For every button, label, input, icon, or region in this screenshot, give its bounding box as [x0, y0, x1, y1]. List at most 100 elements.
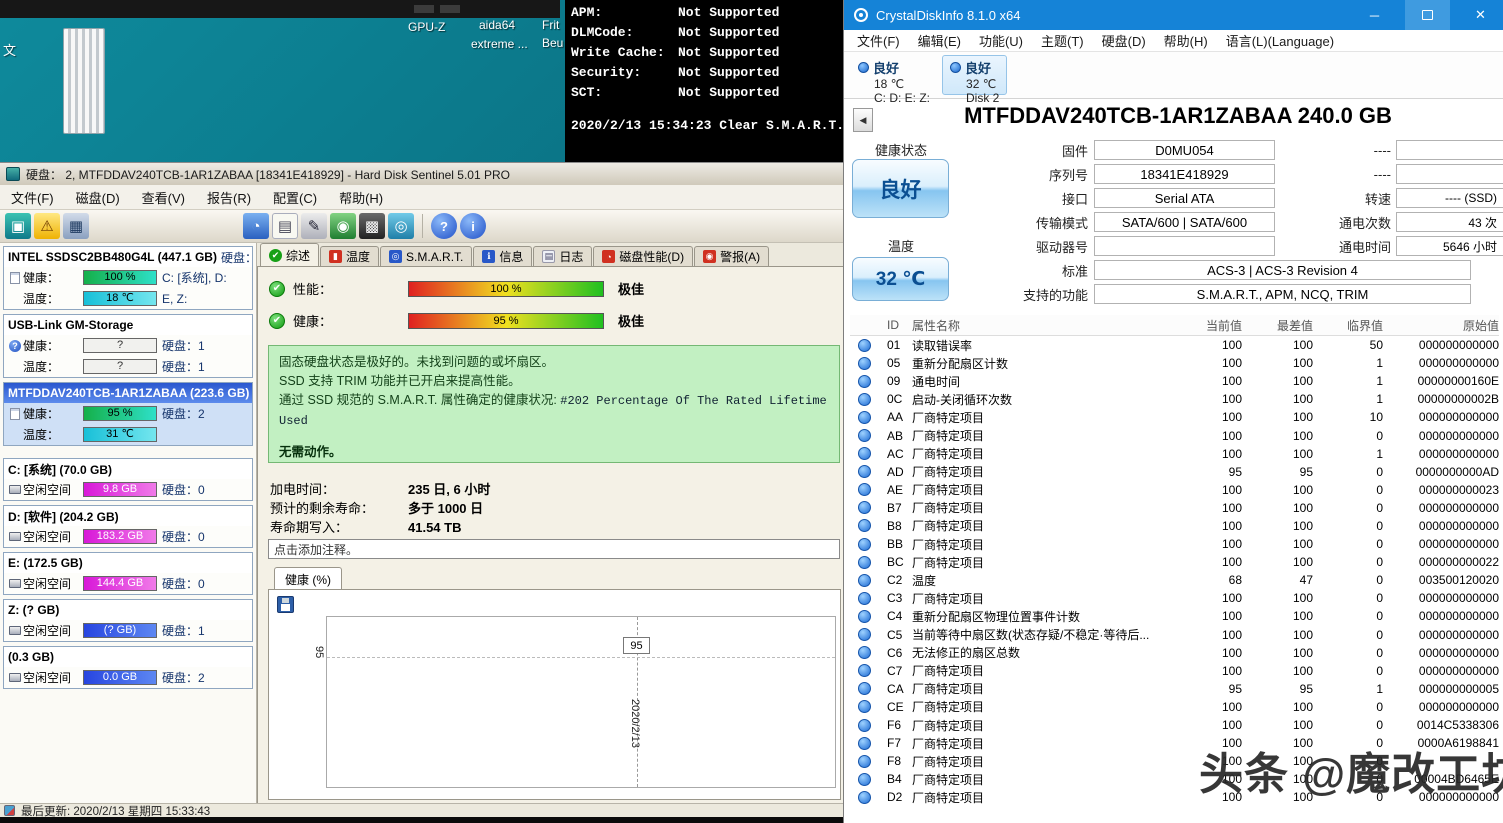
attribute-threshold: 0 — [1313, 483, 1383, 497]
partition-item-e[interactable]: E: (172.5 GB) 空闲空间 144.4 GB 硬盘：0 — [3, 552, 253, 595]
chart-y-axis-label: 95 — [313, 646, 325, 658]
attribute-raw-value: 000000000000 — [1383, 609, 1499, 623]
menu-item[interactable]: 帮助(H) — [1155, 31, 1217, 50]
tab[interactable]: ℹ 信息 — [473, 246, 532, 266]
comment-input[interactable] — [268, 539, 840, 559]
attribute-current: 100 — [1178, 338, 1242, 352]
report-icon[interactable]: ▤ — [272, 213, 298, 239]
close-button[interactable]: ✕ — [1458, 0, 1503, 30]
save-chart-icon[interactable] — [277, 596, 294, 613]
desktop-icon-beu[interactable]: Beu — [542, 36, 563, 50]
smart-row: BB 厂商特定项目 100 100 0 000000000000 — [850, 535, 1499, 553]
smart-row: CE 厂商特定项目 100 100 0 000000000000 — [850, 698, 1499, 716]
menu-item[interactable]: 配置(C) — [262, 185, 328, 210]
disk-item-usb-link[interactable]: USB-Link GM-Storage ? 健康： ? 硬盘：1 温度： ? 硬… — [3, 314, 253, 378]
disk-name: USB-Link GM-Storage — [8, 318, 133, 332]
attribute-id: AA — [878, 410, 912, 424]
free-space-bar: 0.0 GB — [83, 670, 157, 685]
attribute-name: 厂商特定项目 — [912, 517, 1178, 534]
disk-problem-icon[interactable]: ⚠ — [34, 213, 60, 239]
info-field: 通电时间 5646 小时 — [1284, 234, 1503, 258]
disk-write-icon[interactable]: ✎ — [301, 213, 327, 239]
help-icon[interactable]: ? — [431, 213, 457, 239]
info-icon[interactable]: i — [460, 213, 486, 239]
menu-item[interactable]: 帮助(H) — [328, 185, 394, 210]
stat-value: 235 日, 6 小时 — [408, 480, 490, 499]
screen-icon[interactable]: ▦ — [63, 213, 89, 239]
partition-item-d[interactable]: D: [软件] (204.2 GB) 空闲空间 183.2 GB 硬盘：0 — [3, 505, 253, 548]
menu-item[interactable]: 硬盘(D) — [1093, 31, 1155, 50]
partition-item-unnamed[interactable]: (0.3 GB) 空闲空间 0.0 GB 硬盘：2 — [3, 646, 253, 689]
desktop-icon-frit[interactable]: Frit — [542, 18, 559, 32]
disk-icon — [7, 408, 23, 420]
disk-item-micron-ssd-selected[interactable]: MTFDDAV240TCB-1AR1ZABAA (223.6 GB) 健康： 9… — [3, 382, 253, 446]
disk-item-intel-ssd[interactable]: INTEL SSDSC2BB480G4L (447.1 GB)硬盘：0 健康： … — [3, 246, 253, 310]
field-label: 传输模式 — [954, 213, 1094, 232]
menu-item[interactable]: 查看(V) — [131, 185, 196, 210]
network-disk-icon[interactable]: ◉ — [330, 213, 356, 239]
menu-item[interactable]: 功能(U) — [970, 31, 1032, 50]
attribute-name: 厂商特定项目 — [912, 717, 1178, 734]
disk-tab-2-selected[interactable]: 良好 32 ℃ Disk 2 — [942, 55, 1007, 95]
toolbar-separator — [422, 214, 423, 238]
attribute-id: F8 — [878, 754, 912, 768]
partition-item-c[interactable]: C: [系统] (70.0 GB) 空闲空间 9.8 GB 硬盘：0 — [3, 458, 253, 501]
tab[interactable]: ◎ S.M.A.R.T. — [380, 246, 472, 266]
disk-status-dot-icon — [858, 62, 869, 73]
tab-label: S.M.A.R.T. — [406, 250, 463, 264]
menu-item[interactable]: 语言(L)(Language) — [1217, 31, 1343, 50]
menu-item[interactable]: 报告(R) — [196, 185, 262, 210]
temperature-button[interactable]: 32 ℃ — [852, 257, 949, 301]
refresh-icon[interactable]: ◔ — [243, 213, 269, 239]
tab-icon: ◎ — [389, 250, 402, 263]
free-space-bar: 183.2 GB — [83, 529, 157, 544]
cdi-title-bar[interactable]: CrystalDiskInfo 8.1.0 x64 ─ ✕ — [844, 0, 1503, 30]
disk-tab-1[interactable]: 良好 18 ℃ C: D: E: Z: — [850, 55, 938, 95]
disk-status-dot-icon — [950, 62, 961, 73]
desktop-icon-aida64[interactable]: aida64 — [479, 18, 515, 32]
attribute-status-dot-icon — [858, 610, 871, 623]
menu-item[interactable]: 文件(F) — [0, 185, 65, 210]
header-raw-value: 原始值 — [1383, 317, 1499, 334]
tab[interactable]: ▮ 温度 — [320, 246, 379, 266]
smart-row: C5 当前等待中扇区数(状态存疑/不稳定·等待后... 100 100 0 00… — [850, 626, 1499, 644]
health-status-button[interactable]: 良好 — [852, 159, 949, 218]
sentinel-title-bar[interactable]: 硬盘： 2, MTFDDAV240TCB-1AR1ZABAA [18341E41… — [0, 163, 843, 185]
web-search-icon[interactable]: ◎ — [388, 213, 414, 239]
health-chart-panel: 95 95 2020/2/13 — [268, 589, 841, 800]
attribute-raw-value: 000000000000 — [1383, 537, 1499, 551]
overview-icon[interactable]: ▣ — [5, 213, 31, 239]
stat-row: 加电时间： 235 日, 6 小时 — [270, 480, 490, 499]
surface-test-icon[interactable]: ▩ — [359, 213, 385, 239]
menu-item[interactable]: 磁盘(D) — [65, 185, 131, 210]
menu-item[interactable]: 编辑(E) — [909, 31, 970, 50]
attribute-threshold: 1 — [1313, 356, 1383, 370]
partition-icon — [7, 485, 23, 494]
attribute-raw-value: 0000000000AD — [1383, 465, 1499, 479]
tab[interactable]: ◔ 磁盘性能(D) — [593, 246, 693, 266]
menu-item[interactable]: 文件(F) — [848, 31, 909, 50]
health-status-label: 健康状态 — [852, 140, 950, 159]
attribute-id: C2 — [878, 573, 912, 587]
menu-item[interactable]: 主题(T) — [1032, 31, 1093, 50]
header-id: ID — [878, 318, 912, 332]
tab[interactable]: ✔ 综述 — [260, 243, 319, 266]
free-space-bar: 144.4 GB — [83, 576, 157, 591]
tab[interactable]: ◉ 警报(A) — [694, 246, 769, 266]
previous-disk-button[interactable]: ◀ — [853, 108, 873, 132]
status-message-line: SSD 支持 TRIM 功能并已开启来提高性能。 — [279, 372, 829, 391]
disk-number: 硬盘：0 — [221, 249, 252, 266]
attribute-current: 100 — [1178, 609, 1242, 623]
minimize-button[interactable]: ─ — [1352, 0, 1397, 30]
smart-row: B7 厂商特定项目 100 100 0 000000000000 — [850, 499, 1499, 517]
desktop-icon-gpu-z[interactable]: GPU-Z — [408, 20, 445, 34]
tab[interactable]: ▤ 日志 — [533, 246, 592, 266]
console-line: SCT: Not Supported — [565, 82, 843, 102]
attribute-name: 通电时间 — [912, 373, 1178, 390]
chart-tab-health[interactable]: 健康 (%) — [274, 567, 342, 591]
stat-label: 寿命期写入： — [270, 518, 408, 537]
maximize-button[interactable] — [1405, 0, 1450, 30]
attribute-worst: 100 — [1242, 609, 1313, 623]
partition-item-z[interactable]: Z: (? GB) 空闲空间 (? GB) 硬盘：1 — [3, 599, 253, 642]
desktop-icon-aida64-line2[interactable]: extreme ... — [471, 37, 528, 51]
